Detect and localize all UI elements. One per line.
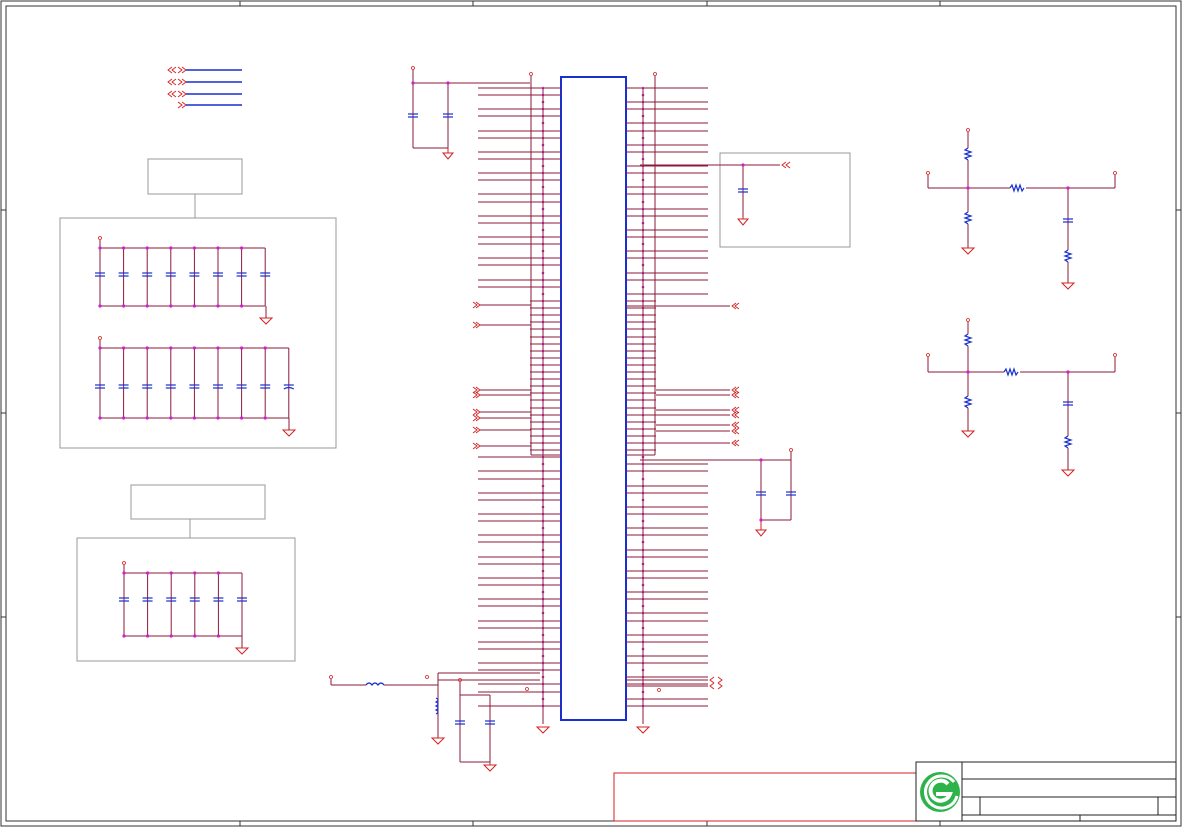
junction (192, 416, 196, 420)
sheet-frame (0, 0, 1182, 827)
decoupling-group-top (59, 158, 337, 449)
junction (169, 634, 173, 638)
supply-pin (98, 336, 102, 340)
net-label-arrow (731, 421, 740, 429)
ground-symbol (258, 317, 274, 325)
supply-pin (529, 72, 533, 76)
junction (192, 246, 196, 250)
junction (98, 304, 102, 308)
junction (122, 304, 126, 308)
junction (145, 304, 149, 308)
junction (169, 416, 173, 420)
junction (192, 346, 196, 350)
junction (193, 571, 197, 575)
net-label-arrow (731, 302, 740, 310)
junction (169, 571, 173, 575)
main-ic (472, 72, 740, 734)
junction (240, 304, 244, 308)
ic-side-cap-box (640, 152, 851, 248)
net-label-arrow (472, 321, 481, 329)
rc-network-top (926, 128, 1117, 290)
schematic-sheet (0, 0, 1182, 827)
junction (98, 346, 102, 350)
ic-supply-caps-top (408, 66, 530, 160)
ic-side-caps-right (640, 448, 796, 537)
net-label-arrow (472, 408, 481, 416)
junction (263, 346, 267, 350)
supply-filter-bottom (329, 672, 540, 772)
junction (145, 246, 149, 250)
title-block (613, 761, 1177, 822)
junction (216, 571, 220, 575)
net-label-arrow (472, 442, 481, 450)
junction (216, 634, 220, 638)
junction (240, 246, 244, 250)
junction (169, 346, 173, 350)
net-label-arrow (709, 682, 723, 690)
net-label-arrow (731, 391, 740, 399)
company-logo-icon (920, 772, 960, 812)
junction (145, 346, 149, 350)
junction (240, 346, 244, 350)
junction (169, 246, 173, 250)
decoupling-group-bottom (76, 484, 296, 662)
junction (216, 246, 220, 250)
junction (122, 416, 126, 420)
junction (98, 246, 102, 250)
junction (192, 304, 196, 308)
net-label-arrow (731, 411, 740, 419)
net-label-arrow (731, 427, 740, 435)
net-label-arrow (472, 414, 481, 422)
junction (263, 416, 267, 420)
net-label-arrow (472, 301, 481, 309)
junction (146, 571, 150, 575)
net-label-arrow (731, 439, 740, 447)
junction (122, 346, 126, 350)
junction (216, 304, 220, 308)
ground-symbol (234, 647, 250, 655)
ground-symbol (635, 726, 651, 734)
supply-pin (653, 72, 657, 76)
net-label-arrow (472, 426, 481, 434)
junction (122, 571, 126, 575)
junction (216, 346, 220, 350)
junction (122, 246, 126, 250)
net-label-arrow (472, 391, 481, 399)
junction (145, 416, 149, 420)
supply-pin (122, 561, 126, 565)
junction (169, 304, 173, 308)
junction (98, 416, 102, 420)
rc-network-bottom (926, 318, 1117, 477)
supply-pin (98, 236, 102, 240)
junction (193, 634, 197, 638)
net-label-group (167, 66, 242, 109)
ground-symbol (281, 429, 297, 437)
net-label-arrow (709, 676, 723, 684)
junction (216, 416, 220, 420)
junction (122, 634, 126, 638)
ground-symbol (535, 726, 551, 734)
junction (146, 634, 150, 638)
junction (240, 416, 244, 420)
